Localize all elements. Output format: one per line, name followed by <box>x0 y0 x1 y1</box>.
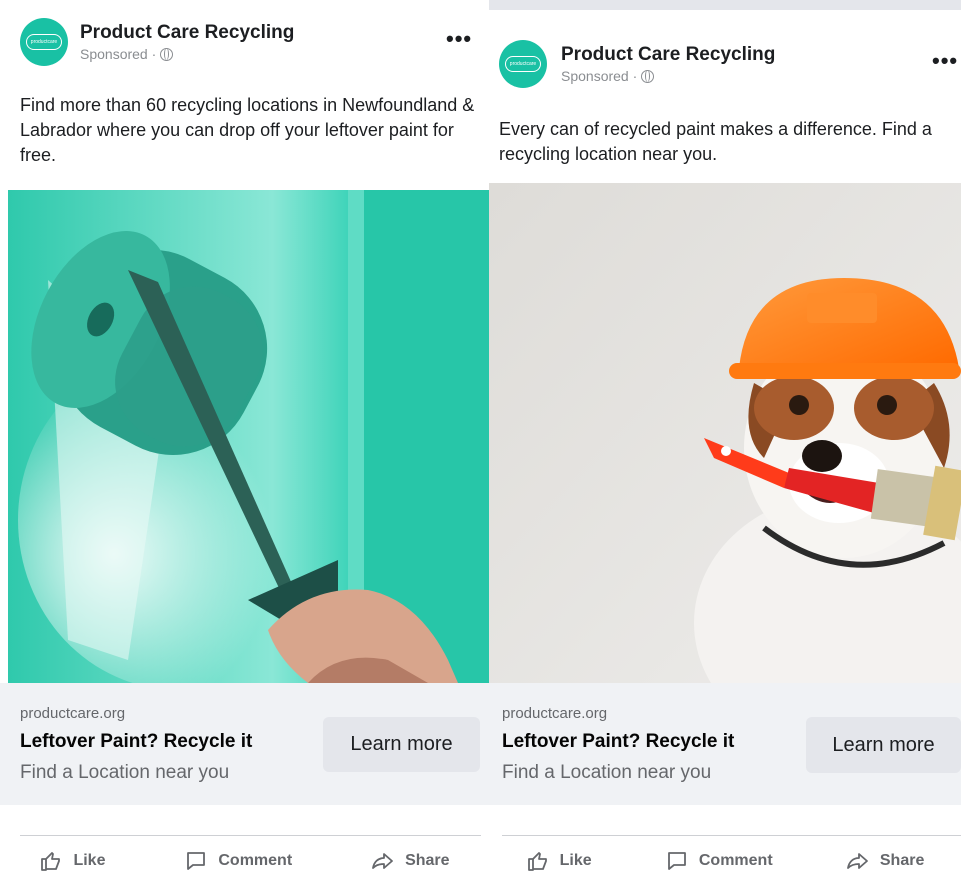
comment-button[interactable]: Comment <box>184 849 292 873</box>
comment-label: Comment <box>218 852 293 869</box>
link-description: Find a Location near you <box>20 762 230 783</box>
learn-more-button[interactable]: Learn more <box>323 717 480 772</box>
link-domain: productcare.org <box>502 705 608 722</box>
page-meta: Product Care Recycling Sponsored · <box>80 21 294 63</box>
post-caption: Every can of recycled paint makes a diff… <box>499 119 932 164</box>
link-headline: Leftover Paint? Recycle it <box>502 731 735 752</box>
post-caption: Find more than 60 recycling locations in… <box>20 95 475 165</box>
like-button[interactable]: Like <box>526 849 592 873</box>
link-headline: Leftover Paint? Recycle it <box>20 731 253 752</box>
like-icon <box>41 852 61 871</box>
actions-divider <box>502 835 961 836</box>
post-header: productcare Product Care Recycling Spons… <box>489 40 961 88</box>
actions-divider <box>20 835 481 836</box>
link-domain: productcare.org <box>20 705 126 722</box>
page-meta: Product Care Recycling Sponsored · <box>561 43 775 85</box>
like-label: Like <box>73 852 106 869</box>
globe-icon <box>641 69 655 83</box>
ad-image-paint-roller[interactable] <box>8 190 489 683</box>
share-label: Share <box>405 852 450 869</box>
page-logo: productcare <box>505 56 541 72</box>
share-icon <box>372 853 393 869</box>
link-description: Find a Location near you <box>502 762 712 783</box>
post-top-divider <box>489 0 961 10</box>
more-options-icon[interactable]: ••• <box>446 26 472 52</box>
like-label: Like <box>559 852 592 869</box>
page-avatar[interactable]: productcare <box>20 18 68 66</box>
paint-roller-illustration <box>8 190 489 683</box>
dog-with-helmet-illustration <box>489 183 961 683</box>
post-actions: Like Comment Share <box>0 846 489 876</box>
like-icon <box>527 852 547 871</box>
ad-post-left: productcare Product Care Recycling Spons… <box>0 0 489 879</box>
comment-icon <box>667 852 686 870</box>
learn-more-button[interactable]: Learn more <box>806 717 961 773</box>
page-avatar[interactable]: productcare <box>499 40 547 88</box>
link-preview-card[interactable]: productcare.org Leftover Paint? Recycle … <box>0 683 489 805</box>
share-button[interactable]: Share <box>846 849 924 873</box>
sponsored-text: Sponsored · <box>561 68 638 84</box>
comment-label: Comment <box>698 852 773 869</box>
sponsored-label: Sponsored · <box>80 45 294 63</box>
globe-icon <box>160 47 174 61</box>
ad-post-right: productcare Product Care Recycling Spons… <box>489 0 961 879</box>
share-button[interactable]: Share <box>371 849 450 873</box>
sponsored-text: Sponsored · <box>80 46 157 62</box>
more-options-icon[interactable]: ••• <box>932 48 958 74</box>
link-preview-card[interactable]: productcare.org Leftover Paint? Recycle … <box>489 683 961 805</box>
comment-button[interactable]: Comment <box>665 849 773 873</box>
post-actions: Like Comment Share <box>489 846 961 876</box>
like-button[interactable]: Like <box>39 849 105 873</box>
comment-icon <box>187 852 206 870</box>
sponsored-label: Sponsored · <box>561 67 775 85</box>
page-name[interactable]: Product Care Recycling <box>80 21 294 45</box>
ad-image-dog-helmet[interactable] <box>489 183 961 683</box>
share-icon <box>846 853 868 869</box>
page-name[interactable]: Product Care Recycling <box>561 43 775 67</box>
page-logo: productcare <box>26 34 62 50</box>
post-header: productcare Product Care Recycling Spons… <box>0 18 489 66</box>
share-label: Share <box>879 852 925 869</box>
